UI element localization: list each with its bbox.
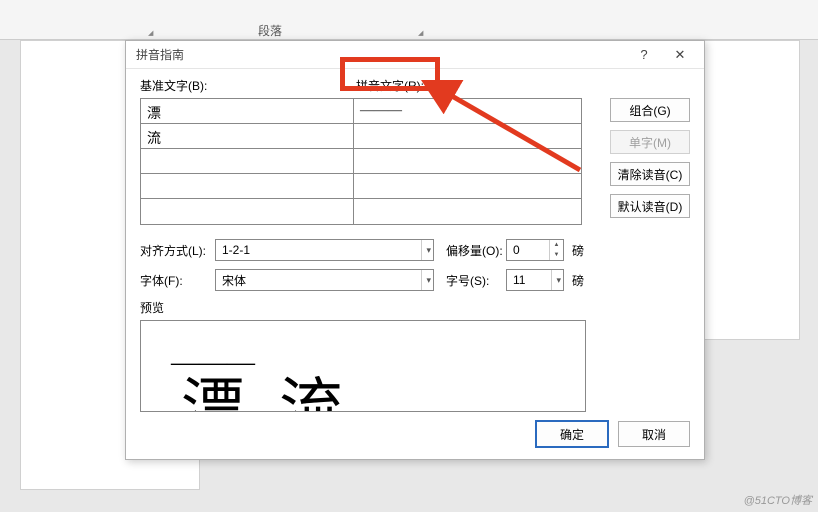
ribbon-background — [0, 0, 818, 40]
ribbon-dialog-launcher-icon[interactable]: ◢ — [418, 29, 423, 37]
preview-ruby-item: 流 — [279, 377, 343, 412]
default-reading-button[interactable]: 默认读音(D) — [610, 194, 690, 218]
preview-label: 预览 — [140, 299, 690, 316]
base-text-label: 基准文字(B): — [140, 77, 356, 94]
alignment-label: 对齐方式(L): — [140, 242, 215, 259]
base-text-cell[interactable] — [141, 174, 354, 198]
pinyin-cell[interactable] — [354, 149, 581, 173]
dialog-title: 拼音指南 — [136, 46, 626, 63]
phonetic-grid: 漂 ——— 流 — [140, 98, 582, 225]
chevron-down-icon: ▾ — [421, 240, 431, 260]
base-text-cell[interactable] — [141, 149, 354, 173]
chevron-down-icon: ▾ — [421, 270, 431, 290]
close-icon: ✕ — [675, 47, 686, 63]
alignment-select[interactable]: 1-2-1 ▾ — [215, 239, 434, 261]
ribbon-dialog-launcher-icon[interactable]: ◢ — [148, 29, 153, 37]
table-row — [141, 199, 581, 224]
table-row — [141, 149, 581, 174]
pinyin-text-label: 拼音文字(R): — [356, 77, 424, 94]
pinyin-cell[interactable] — [354, 199, 581, 224]
base-text-cell[interactable]: 流 — [141, 124, 354, 148]
single-char-button: 单字(M) — [610, 130, 690, 154]
spin-down-icon[interactable]: ▼ — [550, 250, 563, 260]
ribbon-group-paragraph: 段落 — [258, 22, 282, 39]
close-button[interactable]: ✕ — [662, 42, 698, 68]
preview-box: ——— 漂 流 — [140, 320, 586, 412]
table-row — [141, 174, 581, 199]
table-row: 漂 ——— — [141, 99, 581, 124]
font-select[interactable]: 宋体 ▾ — [215, 269, 434, 291]
font-size-select[interactable]: 11 ▾ — [506, 269, 564, 291]
font-size-label: 字号(S): — [446, 272, 506, 289]
phonetic-guide-dialog: 拼音指南 ? ✕ 基准文字(B): 拼音文字(R): 漂 ——— 流 — [125, 40, 705, 460]
watermark: @51CTO博客 — [744, 492, 812, 508]
clear-reading-button[interactable]: 清除读音(C) — [610, 162, 690, 186]
size-unit: 磅 — [572, 272, 584, 289]
group-button[interactable]: 组合(G) — [610, 98, 690, 122]
table-row: 流 — [141, 124, 581, 149]
chevron-down-icon: ▾ — [551, 270, 561, 290]
offset-spinner[interactable]: 0 ▲▼ — [506, 239, 564, 261]
offset-unit: 磅 — [572, 242, 584, 259]
base-text-cell[interactable]: 漂 — [141, 99, 354, 123]
spin-up-icon[interactable]: ▲ — [550, 240, 563, 250]
document-page-bg-right — [695, 40, 800, 340]
base-text-cell[interactable] — [141, 199, 354, 224]
pinyin-cell[interactable] — [354, 124, 581, 148]
dialog-titlebar: 拼音指南 ? ✕ — [126, 41, 704, 69]
ok-button[interactable]: 确定 — [536, 421, 608, 447]
font-label: 字体(F): — [140, 272, 215, 289]
help-button[interactable]: ? — [626, 42, 662, 68]
help-icon: ? — [640, 47, 647, 62]
cancel-button[interactable]: 取消 — [618, 421, 690, 447]
pinyin-cell[interactable] — [354, 174, 581, 198]
preview-ruby-item: ——— 漂 — [171, 349, 255, 412]
offset-label: 偏移量(O): — [446, 242, 506, 259]
pinyin-cell[interactable]: ——— — [354, 99, 581, 123]
